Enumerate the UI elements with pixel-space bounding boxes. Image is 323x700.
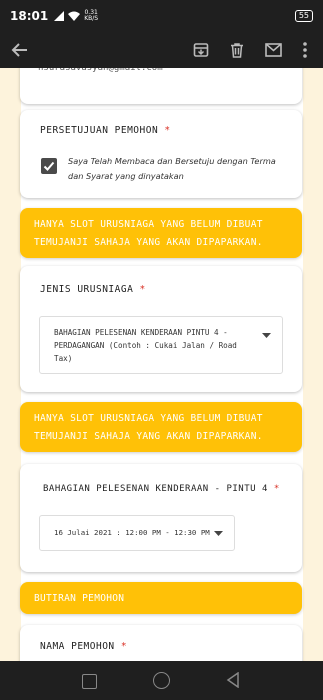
archive-icon[interactable]	[190, 39, 212, 61]
notice-banner-1-line2: TEMUJANJI SAHAJA YANG AKAN DIPAPARKAN.	[34, 237, 263, 248]
transaction-type-select[interactable]: BAHAGIAN PELESENAN KENDERAAN PINTU 4 - P…	[39, 316, 283, 374]
transaction-type-title-row: JENIS URUSNIAGA *	[40, 284, 146, 295]
notice-banner-2-line1: HANYA SLOT URUSNIAGA YANG BELUM DIBUAT	[34, 413, 263, 424]
clock: 18:01	[10, 9, 49, 23]
transaction-type-value-line1: BAHAGIAN PELESENAN KENDERAAN PINTU 4 -	[54, 328, 228, 337]
applicant-name-card: NAMA PEMOHON *	[20, 625, 302, 661]
slot-title: BAHAGIAN PELESENAN KENDERAAN - PINTU 4	[43, 484, 268, 494]
home-button[interactable]	[153, 672, 170, 689]
slot-card: BAHAGIAN PELESENAN KENDERAAN - PINTU 4 *…	[20, 464, 302, 572]
consent-checkbox[interactable]	[41, 158, 57, 174]
slot-title-row: BAHAGIAN PELESENAN KENDERAAN - PINTU 4 *	[43, 484, 280, 494]
consent-title: PERSETUJUAN PEMOHON	[40, 125, 159, 136]
section-banner-applicant: BUTIRAN PEMOHON	[20, 582, 302, 614]
notice-banner-1-line1: HANYA SLOT URUSNIAGA YANG BELUM DIBUAT	[34, 219, 263, 230]
signal-icon	[54, 11, 65, 21]
transaction-type-title: JENIS URUSNIAGA	[40, 284, 134, 295]
status-icons: 0.31 KB/S	[54, 10, 98, 22]
battery-indicator: 55	[294, 10, 313, 22]
app-toolbar	[0, 32, 323, 68]
network-speed-unit: KB/S	[84, 15, 99, 22]
consent-text-line2: dan Syarat yang dinyatakan	[68, 171, 184, 181]
consent-text: Saya Telah Membaca dan Bersetuju dengan …	[68, 154, 298, 184]
required-mark: *	[120, 641, 128, 652]
consent-card: PERSETUJUAN PEMOHON * Saya Telah Membaca…	[20, 110, 302, 198]
consent-title-row: PERSETUJUAN PEMOHON *	[40, 125, 171, 136]
applicant-name-title: NAMA PEMOHON	[40, 641, 115, 652]
form-content[interactable]: nsurasavasyan@gmail.com PERSETUJUAN PEMO…	[0, 68, 323, 661]
system-nav-bar	[0, 661, 323, 700]
wifi-icon	[68, 11, 81, 21]
applicant-name-title-row: NAMA PEMOHON *	[40, 641, 127, 652]
notice-banner-2-line2: TEMUJANJI SAHAJA YANG AKAN DIPAPARKAN.	[34, 431, 263, 442]
dropdown-arrow-icon	[214, 531, 223, 536]
recents-button[interactable]	[82, 674, 97, 689]
dropdown-arrow-icon	[262, 333, 271, 338]
back-triangle-icon[interactable]	[226, 672, 240, 688]
required-mark: *	[164, 125, 171, 136]
transaction-type-value-line2: PERDAGANGAN (Contoh : Cukai Jalan / Road	[54, 341, 237, 350]
slot-select[interactable]: 16 Julai 2021 : 12:00 PM - 12:30 PM	[39, 515, 235, 551]
more-vert-icon[interactable]	[294, 39, 316, 61]
slot-value: 16 Julai 2021 : 12:00 PM - 12:30 PM	[54, 528, 210, 537]
arrow-back-icon[interactable]	[9, 39, 31, 61]
mail-icon[interactable]	[262, 39, 284, 61]
notice-banner-2: HANYA SLOT URUSNIAGA YANG BELUM DIBUAT T…	[20, 402, 302, 452]
status-bar: 18:01 0.31 KB/S 55	[0, 0, 323, 32]
network-speed: 0.31 KB/S	[84, 10, 98, 22]
checkmark-icon	[43, 161, 55, 171]
notice-banner-1: HANYA SLOT URUSNIAGA YANG BELUM DIBUAT T…	[20, 208, 302, 258]
transaction-type-value-line3: Tax)	[54, 354, 73, 363]
trash-icon[interactable]	[226, 39, 248, 61]
required-mark: *	[139, 284, 146, 295]
email-value: nsurasavasyan@gmail.com	[38, 68, 163, 73]
required-mark: *	[273, 484, 280, 494]
consent-text-line1: Saya Telah Membaca dan Bersetuju dengan …	[68, 156, 276, 166]
section-banner-applicant-label: BUTIRAN PEMOHON	[34, 593, 125, 604]
transaction-type-card: JENIS URUSNIAGA * BAHAGIAN PELESENAN KEN…	[20, 266, 302, 392]
email-card: nsurasavasyan@gmail.com	[20, 68, 302, 104]
transaction-type-value: BAHAGIAN PELESENAN KENDERAAN PINTU 4 - P…	[54, 326, 264, 365]
